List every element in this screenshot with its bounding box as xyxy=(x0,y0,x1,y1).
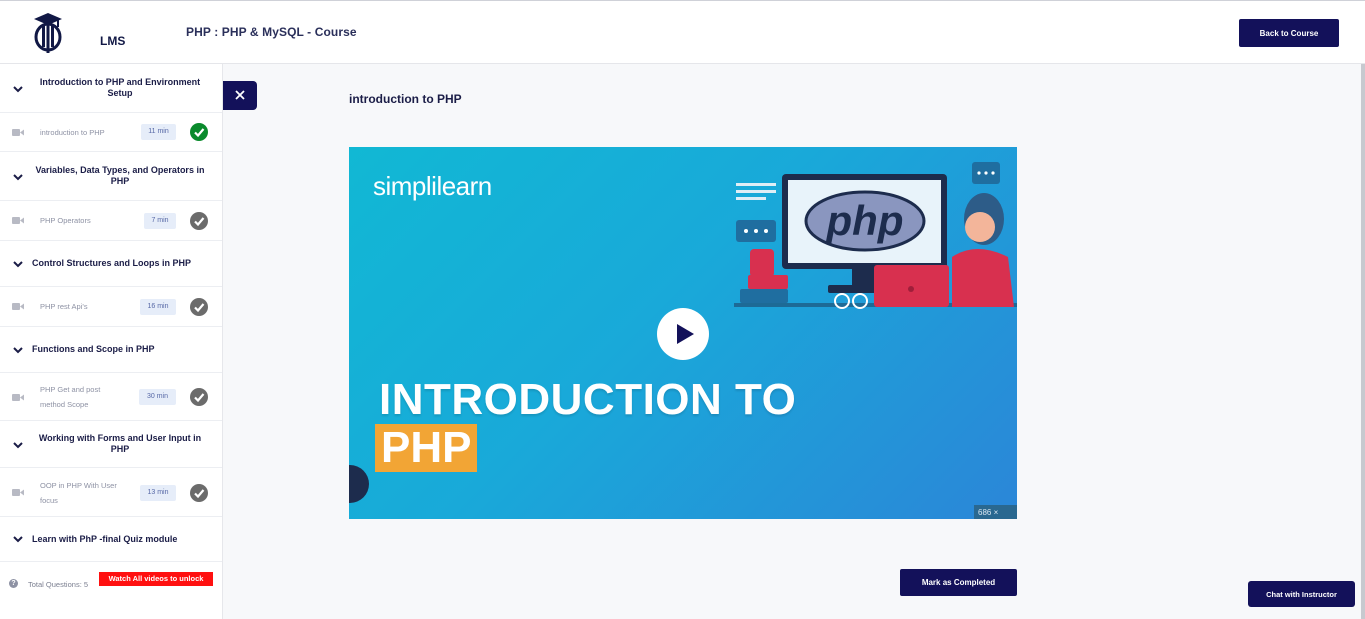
duration-badge: 11 min xyxy=(141,124,176,140)
video-overlay-icon[interactable] xyxy=(349,465,369,503)
section-header[interactable]: Working with Forms and User Input in PHP xyxy=(0,421,222,468)
section-title: Variables, Data Types, and Operators in … xyxy=(35,165,205,186)
duration-badge: 30 min xyxy=(139,389,176,405)
lesson-row[interactable]: PHP Get and post method Scope 30 min xyxy=(0,373,222,421)
play-icon xyxy=(677,324,694,344)
back-to-course-button[interactable]: Back to Course xyxy=(1239,19,1339,47)
video-camera-icon xyxy=(12,129,24,136)
duration-badge: 16 min xyxy=(140,299,176,315)
video-camera-icon xyxy=(12,217,24,224)
close-icon xyxy=(235,90,245,100)
lesson-name: OOP in PHP With User focus xyxy=(40,481,117,505)
section-header[interactable]: Learn with PhP -final Quiz module xyxy=(0,517,222,562)
completed-check-icon xyxy=(190,123,208,141)
lesson-name: PHP rest Api's xyxy=(40,302,88,311)
chevron-down-icon xyxy=(13,174,23,181)
unlock-notice: Watch All videos to unlock xyxy=(99,572,213,586)
lms-logo[interactable]: LMS xyxy=(30,11,125,55)
lesson-name: PHP Operators xyxy=(40,216,91,225)
section-header[interactable]: Functions and Scope in PHP xyxy=(0,327,222,373)
video-camera-icon xyxy=(12,394,24,401)
section-title: Learn with PhP -final Quiz module xyxy=(32,533,178,544)
graduation-cap-icon xyxy=(34,13,62,53)
pending-check-icon xyxy=(190,388,208,406)
section-header[interactable]: Variables, Data Types, and Operators in … xyxy=(0,152,222,201)
mark-as-completed-button[interactable]: Mark as Completed xyxy=(900,569,1017,596)
section-header[interactable]: Control Structures and Loops in PHP xyxy=(0,241,222,287)
chevron-down-icon xyxy=(13,347,23,354)
video-corner-tag: 686 × xyxy=(974,505,1017,519)
chevron-down-icon xyxy=(13,442,23,449)
video-title-line1: INTRODUCTION TO xyxy=(379,375,797,424)
question-icon: ? xyxy=(9,579,18,588)
total-questions: Total Questions: 5 xyxy=(28,580,89,589)
quiz-row: ? Total Questions: 5 Watch All videos to… xyxy=(0,562,222,607)
page-scrollbar[interactable] xyxy=(1361,64,1365,619)
section-title: Introduction to PHP and Environment Setu… xyxy=(39,77,201,98)
duration-badge: 13 min xyxy=(140,485,176,501)
video-brand: simplilearn xyxy=(373,171,492,201)
play-button[interactable] xyxy=(657,308,709,360)
chevron-down-icon xyxy=(13,86,23,93)
video-camera-icon xyxy=(12,489,24,496)
pending-check-icon xyxy=(190,212,208,230)
section-title: Working with Forms and User Input in PHP xyxy=(38,433,202,454)
lesson-name: introduction to PHP xyxy=(40,128,105,137)
lesson-row[interactable]: introduction to PHP 11 min xyxy=(0,113,222,152)
lesson-heading: introduction to PHP xyxy=(349,92,462,106)
section-header[interactable]: Introduction to PHP and Environment Setu… xyxy=(0,64,222,113)
logo-text: LMS xyxy=(100,34,126,48)
close-sidebar-button[interactable] xyxy=(223,81,257,110)
video-camera-icon xyxy=(12,303,24,310)
chat-with-instructor-button[interactable]: Chat with Instructor xyxy=(1248,581,1355,607)
lesson-name: PHP Get and post method Scope xyxy=(40,385,101,409)
duration-badge: 7 min xyxy=(144,213,176,229)
lesson-row[interactable]: PHP Operators 7 min xyxy=(0,201,222,241)
lesson-row[interactable]: PHP rest Api's 16 min xyxy=(0,287,222,327)
video-title-line2: PHP xyxy=(375,424,478,472)
chevron-down-icon xyxy=(13,261,23,268)
pending-check-icon xyxy=(190,298,208,316)
lesson-row[interactable]: OOP in PHP With User focus 13 min xyxy=(0,468,222,517)
illustration-php-logo: php xyxy=(826,197,904,244)
section-title: Control Structures and Loops in PHP xyxy=(32,258,192,268)
php-illustration: php xyxy=(734,162,1017,309)
section-title: Functions and Scope in PHP xyxy=(32,344,155,354)
pending-check-icon xyxy=(190,484,208,502)
course-sidebar: Introduction to PHP and Environment Setu… xyxy=(0,64,223,619)
chevron-down-icon xyxy=(13,536,23,543)
video-player[interactable]: simplilearn php INTRODUCTION TO PHP 686 … xyxy=(349,147,1017,519)
course-title: PHP : PHP & MySQL - Course xyxy=(186,25,357,39)
top-bar: LMS PHP : PHP & MySQL - Course Back to C… xyxy=(0,0,1365,64)
